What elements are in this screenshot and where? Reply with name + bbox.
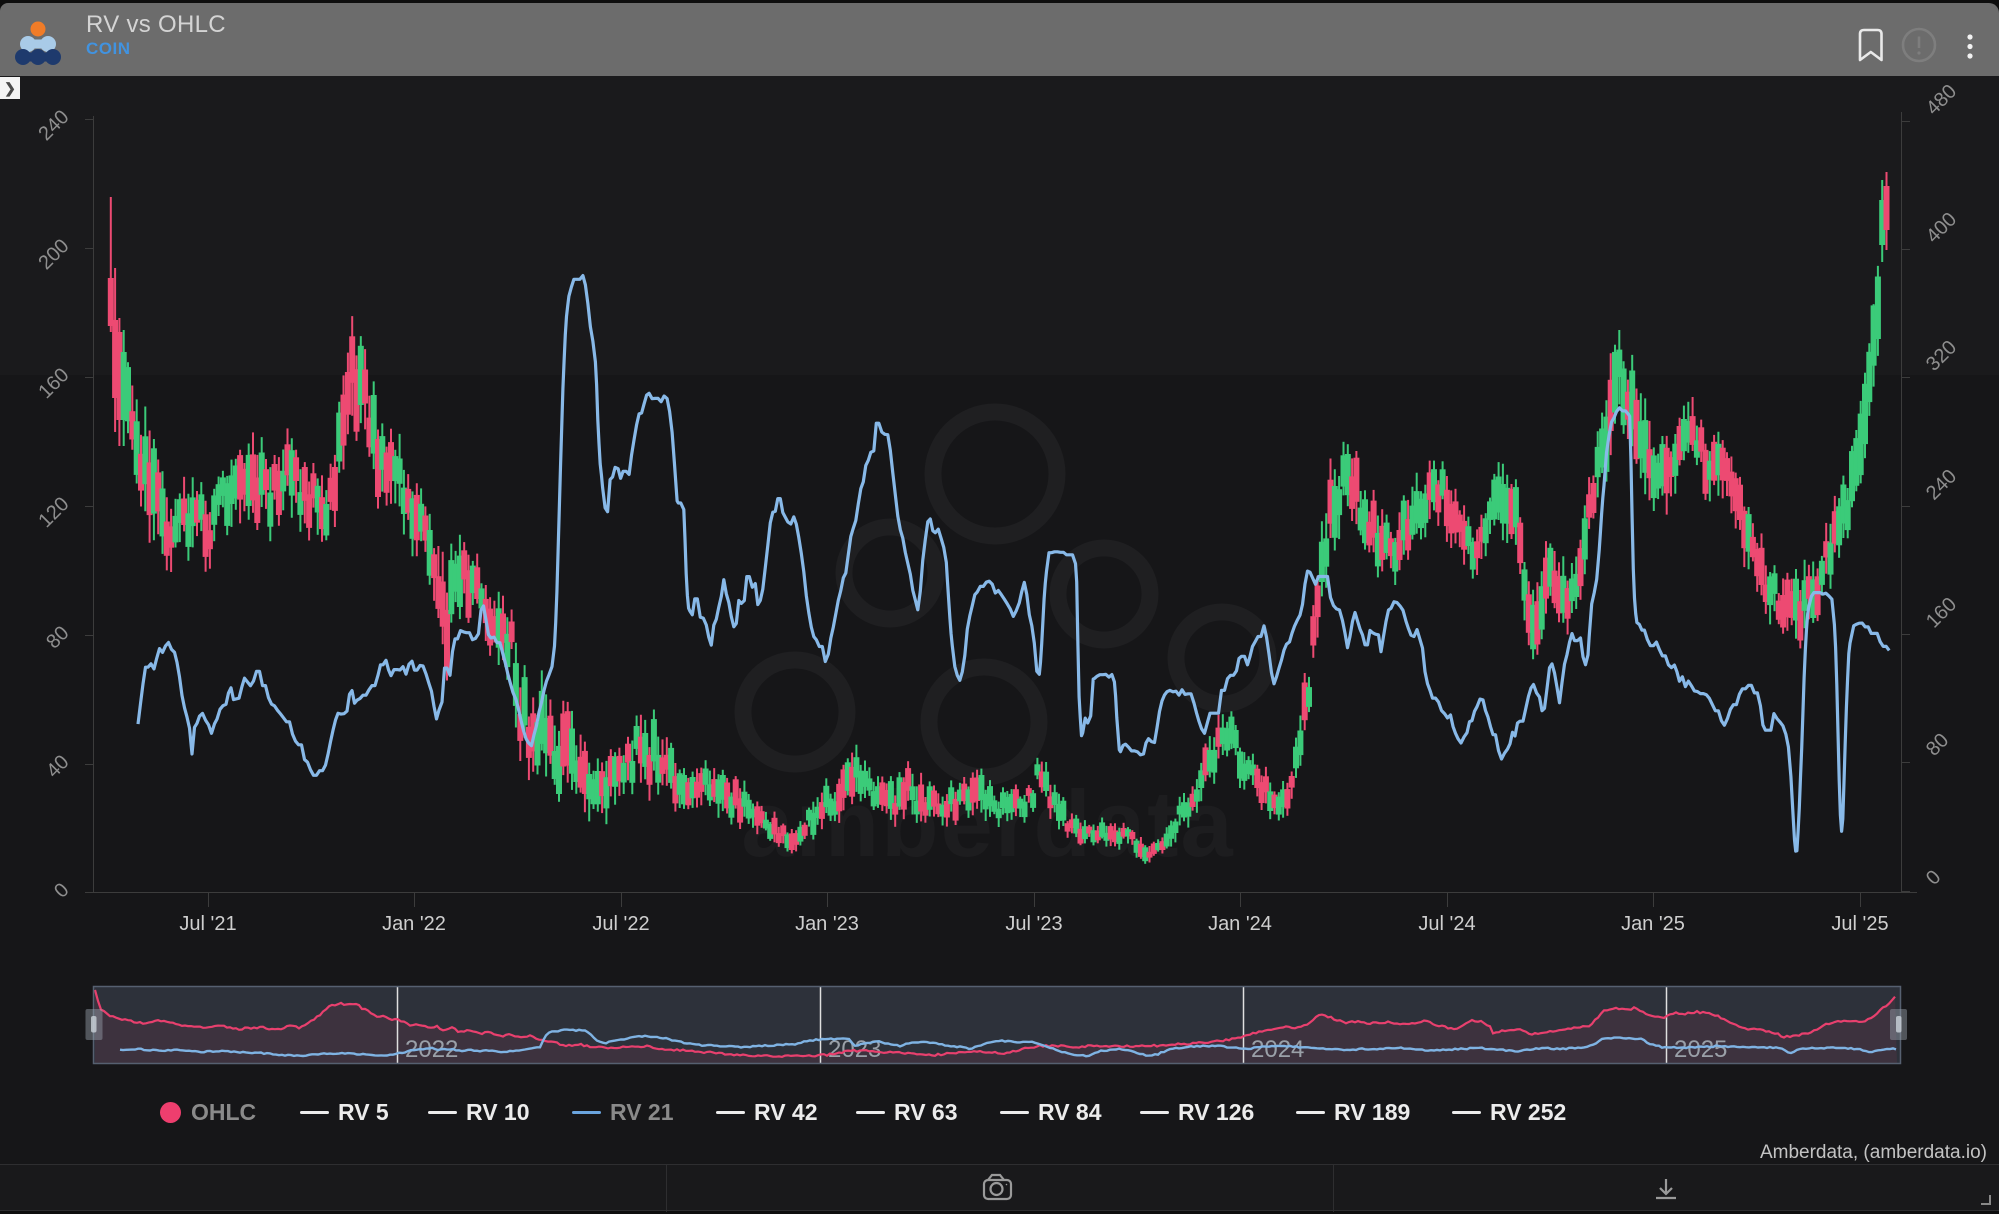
svg-text:Jan '24: Jan '24 (1208, 913, 1272, 935)
svg-text:120: 120 (34, 493, 73, 532)
svg-text:80: 80 (42, 622, 73, 653)
svg-text:2025: 2025 (1674, 1036, 1727, 1063)
svg-text:Jul '23: Jul '23 (1005, 913, 1062, 935)
svg-text:2024: 2024 (1251, 1036, 1304, 1063)
svg-text:240: 240 (1922, 465, 1961, 504)
svg-text:160: 160 (1922, 593, 1961, 632)
svg-text:40: 40 (42, 751, 73, 782)
svg-text:Jul '25: Jul '25 (1831, 913, 1888, 935)
svg-text:Jul '22: Jul '22 (592, 913, 649, 935)
svg-text:Jan '22: Jan '22 (382, 913, 446, 935)
svg-text:Jan '23: Jan '23 (795, 913, 859, 935)
svg-text:Jul '21: Jul '21 (179, 913, 236, 935)
svg-text:Jul '24: Jul '24 (1418, 913, 1475, 935)
svg-text:0: 0 (1922, 866, 1945, 889)
svg-text:80: 80 (1922, 729, 1953, 760)
svg-text:Jan '25: Jan '25 (1621, 913, 1685, 935)
svg-text:0: 0 (50, 879, 73, 902)
